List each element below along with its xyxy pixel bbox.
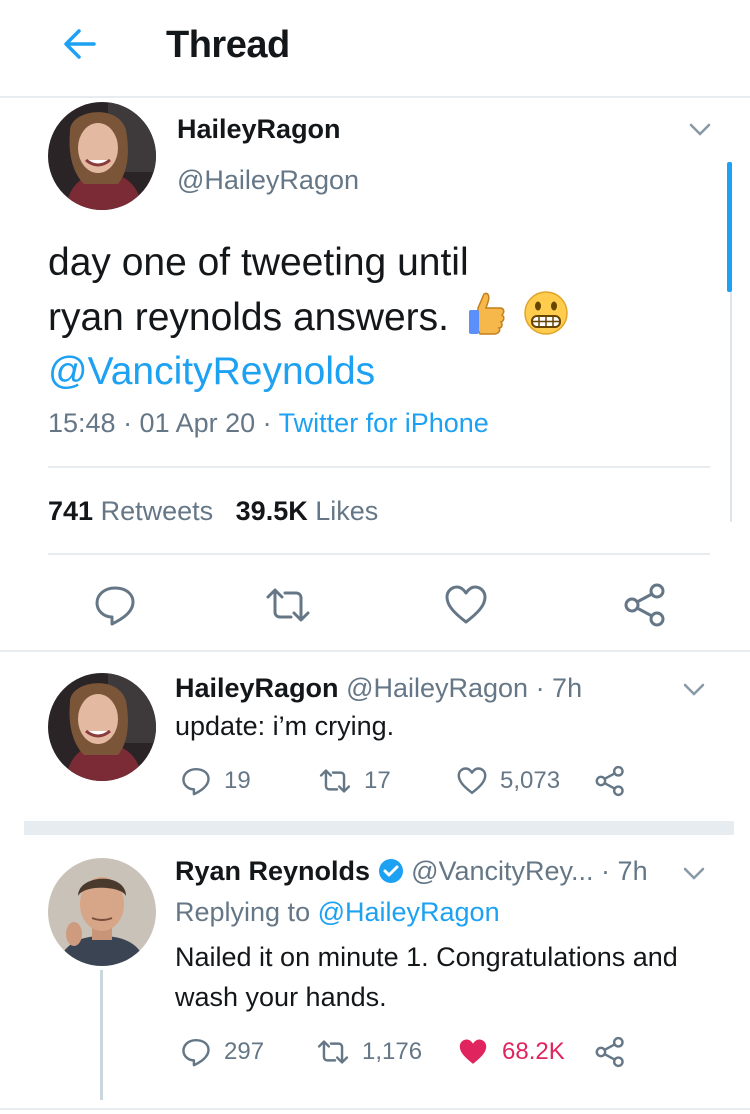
reply-icon bbox=[182, 767, 210, 796]
share-icon[interactable] bbox=[594, 765, 626, 797]
reply-header: HaileyRagon @HaileyRagon · 7h bbox=[175, 673, 582, 704]
likes-label[interactable]: Likes bbox=[315, 496, 378, 526]
retweet-count: 1,176 bbox=[362, 1038, 423, 1065]
header-bar: Thread bbox=[0, 0, 750, 98]
tweet-text-content: ryan reynolds answers. bbox=[48, 296, 450, 339]
handle-time[interactable]: @VancityRey... · 7h bbox=[411, 856, 648, 886]
retweet-button[interactable]: 1,176 bbox=[316, 1036, 422, 1068]
replying-to: Replying to @HaileyRagon bbox=[175, 897, 500, 928]
row-separator bbox=[0, 1108, 750, 1110]
author-name[interactable]: HaileyRagon bbox=[175, 673, 339, 703]
retweet-icon bbox=[317, 1040, 349, 1064]
reply-count: 19 bbox=[224, 767, 251, 794]
like-count[interactable]: 39.5K bbox=[236, 496, 308, 526]
like-count: 68.2K bbox=[502, 1038, 565, 1065]
profile-photo bbox=[48, 673, 156, 781]
reply-icon[interactable] bbox=[92, 582, 138, 628]
reply-text: update: i’m crying. bbox=[175, 711, 395, 741]
liked-heart-icon bbox=[459, 1039, 487, 1064]
like-button[interactable]: 5,073 bbox=[456, 765, 560, 797]
reply-header: Ryan Reynolds @VancityRey... · 7h bbox=[175, 856, 648, 887]
reply-count: 297 bbox=[224, 1038, 265, 1065]
retweet-icon bbox=[319, 769, 351, 793]
mention-link[interactable]: @VancityReynolds bbox=[48, 345, 688, 399]
grimacing-face-emoji-icon bbox=[523, 291, 568, 335]
verified-badge-icon bbox=[378, 859, 403, 883]
retweet-count[interactable]: 741 bbox=[48, 496, 93, 526]
replying-prefix: Replying to bbox=[175, 897, 318, 927]
thread-line bbox=[100, 970, 103, 1100]
reply-icon bbox=[182, 1038, 210, 1067]
share-icon[interactable] bbox=[622, 582, 668, 628]
retweets-label[interactable]: Retweets bbox=[101, 496, 214, 526]
profile-photo bbox=[48, 858, 156, 966]
divider bbox=[48, 466, 710, 468]
chevron-down-icon[interactable] bbox=[682, 866, 706, 882]
page-title: Thread bbox=[166, 24, 290, 66]
chevron-down-icon[interactable] bbox=[688, 122, 712, 138]
reply-button[interactable]: 297 bbox=[180, 1036, 264, 1068]
author-name[interactable]: Ryan Reynolds bbox=[175, 856, 370, 886]
chevron-down-icon[interactable] bbox=[682, 682, 706, 698]
handle-time[interactable]: @HaileyRagon · 7h bbox=[346, 673, 582, 703]
share-icon[interactable] bbox=[594, 1036, 626, 1068]
retweet-count: 17 bbox=[364, 767, 391, 794]
profile-photo bbox=[48, 102, 156, 210]
scrollbar[interactable] bbox=[726, 162, 732, 522]
tweet-meta: 15:48 · 01 Apr 20 · Twitter for iPhone bbox=[48, 408, 489, 439]
thumbs-up-emoji-icon bbox=[468, 292, 505, 335]
replying-to-mention[interactable]: @HaileyRagon bbox=[318, 897, 500, 927]
avatar[interactable] bbox=[48, 673, 156, 781]
tweet-text-line: day one of tweeting until bbox=[48, 241, 469, 284]
back-arrow-icon[interactable] bbox=[60, 24, 100, 64]
avatar[interactable] bbox=[48, 858, 156, 966]
source-link[interactable]: Twitter for iPhone bbox=[279, 408, 489, 438]
author-handle[interactable]: @HaileyRagon bbox=[177, 165, 359, 196]
like-heart-icon[interactable] bbox=[443, 582, 489, 628]
tweet-stats: 741 Retweets 39.5K Likes bbox=[48, 496, 378, 527]
tweet-text: day one of tweeting until ryan reynolds … bbox=[48, 236, 688, 399]
reply-text: Nailed it on minute 1. Congratulations a… bbox=[175, 942, 678, 1012]
timestamp: 15:48 · 01 Apr 20 · bbox=[48, 408, 279, 438]
like-heart-icon bbox=[457, 767, 487, 795]
like-button[interactable]: 68.2K bbox=[456, 1036, 565, 1068]
row-separator bbox=[0, 650, 750, 652]
avatar[interactable] bbox=[48, 102, 156, 210]
tweet-text-line: ryan reynolds answers. bbox=[48, 290, 688, 345]
like-count: 5,073 bbox=[500, 767, 561, 794]
retweet-button[interactable]: 17 bbox=[318, 765, 391, 797]
reply-button[interactable]: 19 bbox=[180, 765, 251, 797]
retweet-icon[interactable] bbox=[265, 582, 311, 628]
divider bbox=[48, 553, 710, 555]
section-separator bbox=[24, 821, 734, 835]
author-name[interactable]: HaileyRagon bbox=[177, 114, 341, 145]
